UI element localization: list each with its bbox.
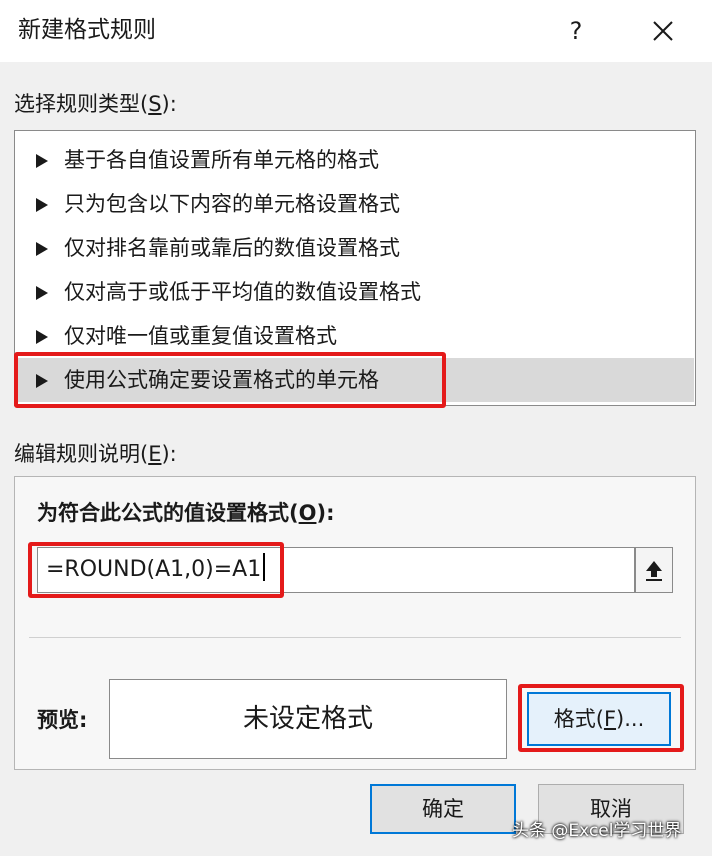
- rule-type-list[interactable]: 基于各自值设置所有单元格的格式 只为包含以下内容的单元格设置格式 仅对排名靠前或…: [14, 130, 696, 406]
- triangle-right-icon: [36, 198, 48, 212]
- title-bar: 新建格式规则 ?: [0, 0, 712, 62]
- formula-label: 为符合此公式的值设置格式(O):: [37, 501, 335, 525]
- formula-input[interactable]: =ROUND(A1,0)=A1: [37, 547, 635, 593]
- rule-type-item[interactable]: 仅对高于或低于平均值的数值设置格式: [16, 270, 694, 314]
- preview-label: 预览:: [37, 708, 88, 732]
- text-caret: [263, 553, 266, 581]
- triangle-right-icon: [36, 242, 48, 256]
- rule-type-item[interactable]: 基于各自值设置所有单元格的格式: [16, 138, 694, 182]
- rule-type-item-selected[interactable]: 使用公式确定要设置格式的单元格: [16, 358, 694, 402]
- dialog-title: 新建格式规则: [18, 17, 156, 43]
- close-icon: [653, 21, 673, 41]
- rule-type-item[interactable]: 仅对唯一值或重复值设置格式: [16, 314, 694, 358]
- collapse-dialog-icon: [646, 561, 662, 581]
- triangle-right-icon: [36, 154, 48, 168]
- rule-description-panel: 为符合此公式的值设置格式(O): =ROUND(A1,0)=A1 预览: 未设定…: [14, 476, 696, 770]
- triangle-right-icon: [36, 330, 48, 344]
- collapse-dialog-button[interactable]: [635, 547, 673, 593]
- triangle-right-icon: [36, 374, 48, 388]
- close-button[interactable]: [640, 8, 686, 54]
- rule-type-label: 选择规则类型(S):: [14, 92, 177, 116]
- watermark: 头条 @Excel学习世界: [512, 821, 682, 841]
- preview-box: 未设定格式: [109, 679, 507, 759]
- rule-type-item[interactable]: 只为包含以下内容的单元格设置格式: [16, 182, 694, 226]
- rule-type-item[interactable]: 仅对排名靠前或靠后的数值设置格式: [16, 226, 694, 270]
- divider: [29, 637, 681, 638]
- rule-description-label: 编辑规则说明(E):: [14, 442, 177, 466]
- help-button[interactable]: ?: [554, 8, 598, 54]
- format-button[interactable]: 格式(F)...: [527, 692, 671, 746]
- ok-button[interactable]: 确定: [370, 784, 516, 834]
- triangle-right-icon: [36, 286, 48, 300]
